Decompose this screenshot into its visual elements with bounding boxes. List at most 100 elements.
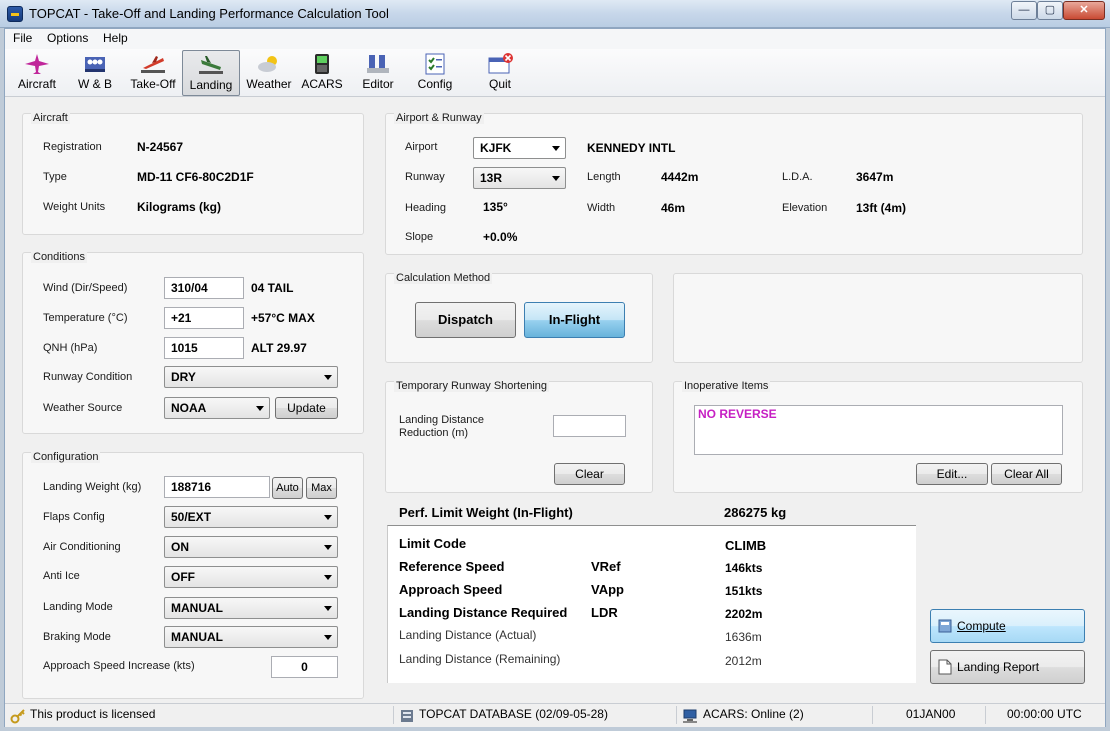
config-icon — [425, 53, 445, 75]
toolbar-weather-button[interactable]: Weather — [240, 50, 298, 96]
status-separator — [393, 706, 394, 724]
approach-speed-increase-input[interactable]: 0 — [271, 656, 338, 678]
weather-source-select[interactable]: NOAA — [164, 397, 270, 419]
in-flight-button[interactable]: In-Flight — [524, 302, 625, 338]
menu-file[interactable]: File — [13, 31, 32, 45]
lda-label: L.D.A. — [782, 171, 813, 183]
airport-name: KENNEDY INTL — [587, 141, 676, 155]
landing-mode-label: Landing Mode — [43, 601, 113, 613]
limit-code-label: Limit Code — [399, 536, 467, 551]
distance-reduction-label: Landing Distance Reduction (m) — [399, 414, 485, 439]
minimize-button[interactable]: — — [1011, 1, 1037, 20]
ldr-value: 2202m — [725, 607, 763, 621]
toolbar-acars-button[interactable]: ACARS — [297, 50, 347, 96]
document-icon — [938, 659, 952, 675]
chevron-down-icon — [256, 406, 264, 411]
maximize-button[interactable]: ▢ — [1037, 1, 1063, 20]
compute-button[interactable]: Compute — [930, 609, 1085, 643]
runway-shortening-group-title: Temporary Runway Shortening — [394, 380, 550, 392]
runway-shortening-group: Temporary Runway Shortening Landing Dist… — [385, 380, 653, 493]
toolbar-takeoff-label: Take-Off — [130, 77, 176, 91]
reference-speed-label: Reference Speed — [399, 559, 505, 574]
airport-select[interactable]: KJFK — [473, 137, 566, 159]
landing-report-button[interactable]: Landing Report — [930, 650, 1085, 684]
toolbar-config-button[interactable]: Config — [410, 50, 460, 96]
qnh-label: QNH (hPa) — [43, 342, 98, 354]
temperature-label: Temperature (°C) — [43, 312, 128, 324]
clear-shortening-button[interactable]: Clear — [554, 463, 625, 485]
database-icon — [401, 710, 413, 722]
update-button[interactable]: Update — [275, 397, 338, 419]
lda-value: 3647m — [856, 170, 894, 184]
close-button[interactable]: ✕ — [1063, 1, 1105, 20]
chevron-down-icon — [324, 635, 332, 640]
toolbar-wb-button[interactable]: W & B — [68, 50, 122, 96]
runway-value: 13R — [480, 171, 503, 185]
distance-reduction-input[interactable] — [553, 415, 626, 437]
dispatch-button[interactable]: Dispatch — [415, 302, 516, 338]
auto-weight-button[interactable]: Auto — [272, 477, 303, 499]
max-weight-button[interactable]: Max — [306, 477, 337, 499]
limit-code-value: CLIMB — [725, 538, 767, 553]
configuration-group-title: Configuration — [31, 451, 101, 463]
perf-limit-weight-label: Perf. Limit Weight (In-Flight) — [399, 505, 573, 520]
braking-mode-value: MANUAL — [171, 630, 223, 644]
anti-ice-select[interactable]: OFF — [164, 566, 338, 588]
registration-value: N-24567 — [137, 140, 184, 154]
toolbar: Aircraft W & B Take-Off Landing Weather … — [5, 49, 1105, 97]
wind-info: 04 TAIL — [251, 281, 294, 295]
inoperative-items-group-title: Inoperative Items — [682, 380, 771, 392]
toolbar-landing-button[interactable]: Landing — [182, 50, 240, 96]
braking-mode-select[interactable]: MANUAL — [164, 626, 338, 648]
landing-weight-input[interactable]: 188716 — [164, 476, 270, 498]
results-panel: Perf. Limit Weight (In-Flight) 286275 kg… — [387, 499, 916, 683]
title-bar: TOPCAT - Take-Off and Landing Performanc… — [0, 0, 1110, 28]
inoperative-item[interactable]: NO REVERSE — [698, 407, 777, 421]
temperature-input[interactable]: +21 — [164, 307, 244, 329]
weather-icon — [258, 56, 277, 72]
type-value: MD-11 CF6-80C2D1F — [137, 170, 254, 184]
license-status: This product is licensed — [30, 707, 156, 721]
approach-speed-increase-label: Approach Speed Increase (kts) — [43, 660, 195, 672]
flaps-select[interactable]: 50/EXT — [164, 506, 338, 528]
wind-input[interactable]: 310/04 — [164, 277, 244, 299]
blank-panel — [673, 273, 1083, 363]
status-separator — [985, 706, 986, 724]
status-separator — [872, 706, 873, 724]
landing-report-label: Landing Report — [957, 660, 1040, 674]
menu-help[interactable]: Help — [103, 31, 128, 45]
toolbar-wb-label: W & B — [77, 77, 112, 91]
air-conditioning-label: Air Conditioning — [43, 541, 121, 553]
calculator-icon — [938, 619, 952, 633]
quit-icon — [488, 53, 513, 74]
menu-options[interactable]: Options — [47, 31, 88, 45]
landing-mode-select[interactable]: MANUAL — [164, 597, 338, 619]
airport-runway-group: Airport & Runway Airport KJFK KENNEDY IN… — [385, 112, 1083, 255]
temperature-info: +57°C MAX — [251, 311, 315, 325]
acars-icon — [315, 54, 329, 74]
qnh-input[interactable]: 1015 — [164, 337, 244, 359]
toolbar-aircraft-button[interactable]: Aircraft — [10, 50, 64, 96]
toolbar-takeoff-button[interactable]: Take-Off — [124, 50, 182, 96]
runway-select[interactable]: 13R — [473, 167, 566, 189]
date-status: 01JAN00 — [906, 707, 956, 721]
edit-inoperative-button[interactable]: Edit... — [916, 463, 988, 485]
vref-value: 146kts — [725, 561, 763, 575]
clear-all-inoperative-button[interactable]: Clear All — [991, 463, 1062, 485]
chevron-down-icon — [324, 575, 332, 580]
toolbar-quit-button[interactable]: Quit — [475, 50, 525, 96]
runway-label: Runway — [405, 171, 445, 183]
ldr-label: Landing Distance Required — [399, 605, 568, 620]
air-conditioning-select[interactable]: ON — [164, 536, 338, 558]
registration-label: Registration — [43, 141, 102, 153]
runway-condition-select[interactable]: DRY — [164, 366, 338, 388]
toolbar-editor-button[interactable]: Editor — [353, 50, 403, 96]
landing-distance-remaining-label: Landing Distance (Remaining) — [399, 652, 561, 666]
key-icon — [10, 709, 25, 724]
flaps-value: 50/EXT — [171, 510, 212, 524]
inoperative-items-list[interactable]: NO REVERSE — [694, 405, 1063, 455]
wind-label: Wind (Dir/Speed) — [43, 282, 128, 294]
chevron-down-icon — [324, 375, 332, 380]
landing-weight-label: Landing Weight (kg) — [43, 481, 142, 493]
chevron-down-icon — [324, 545, 332, 550]
